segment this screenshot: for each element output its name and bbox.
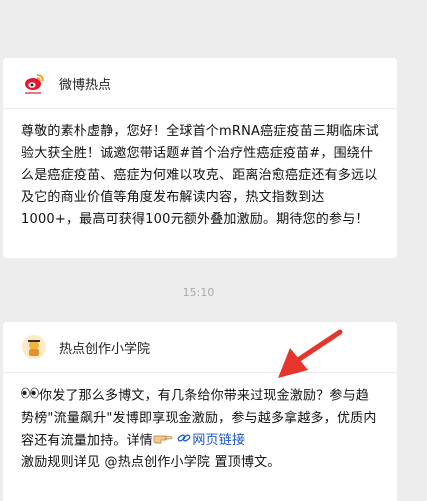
pointing-hand-icon — [153, 430, 173, 452]
message-text: 激励规则详见 @热点创作小学院 置顶博文。 — [21, 455, 281, 470]
weibo-logo-icon — [21, 70, 47, 96]
link-label: 网页链接 — [192, 433, 246, 448]
chat-window: 微博热点 尊敬的素朴虚静，您好！全球首个mRNA癌症疫苗三期临床试验大获全胜！诚… — [0, 0, 427, 501]
timestamp: 15:10 — [182, 286, 215, 299]
message-card-academy[interactable]: 热点创作小学院 你发了那么多博文，有几条给你带来过现金激励？参与趋势榜"流量飙升… — [3, 322, 397, 501]
message-card-weibo-hot[interactable]: 微博热点 尊敬的素朴虚静，您好！全球首个mRNA癌症疫苗三期临床试验大获全胜！诚… — [3, 58, 397, 258]
sender-name: 微博热点 — [59, 77, 112, 93]
message-header: 热点创作小学院 — [3, 322, 397, 373]
message-body: 你发了那么多博文，有几条给你带来过现金激励？参与趋势榜"流量飙升"发博即享现金激… — [3, 373, 397, 474]
eyes-emoji-icon — [21, 385, 39, 407]
message-header: 微博热点 — [3, 58, 397, 109]
sender-name: 热点创作小学院 — [59, 341, 151, 357]
link-icon — [177, 430, 191, 452]
academy-avatar-icon — [21, 334, 47, 360]
web-link[interactable]: 网页链接 — [177, 433, 245, 448]
message-body: 尊敬的素朴虚静，您好！全球首个mRNA癌症疫苗三期临床试验大获全胜！诚邀您带话题… — [21, 124, 379, 227]
